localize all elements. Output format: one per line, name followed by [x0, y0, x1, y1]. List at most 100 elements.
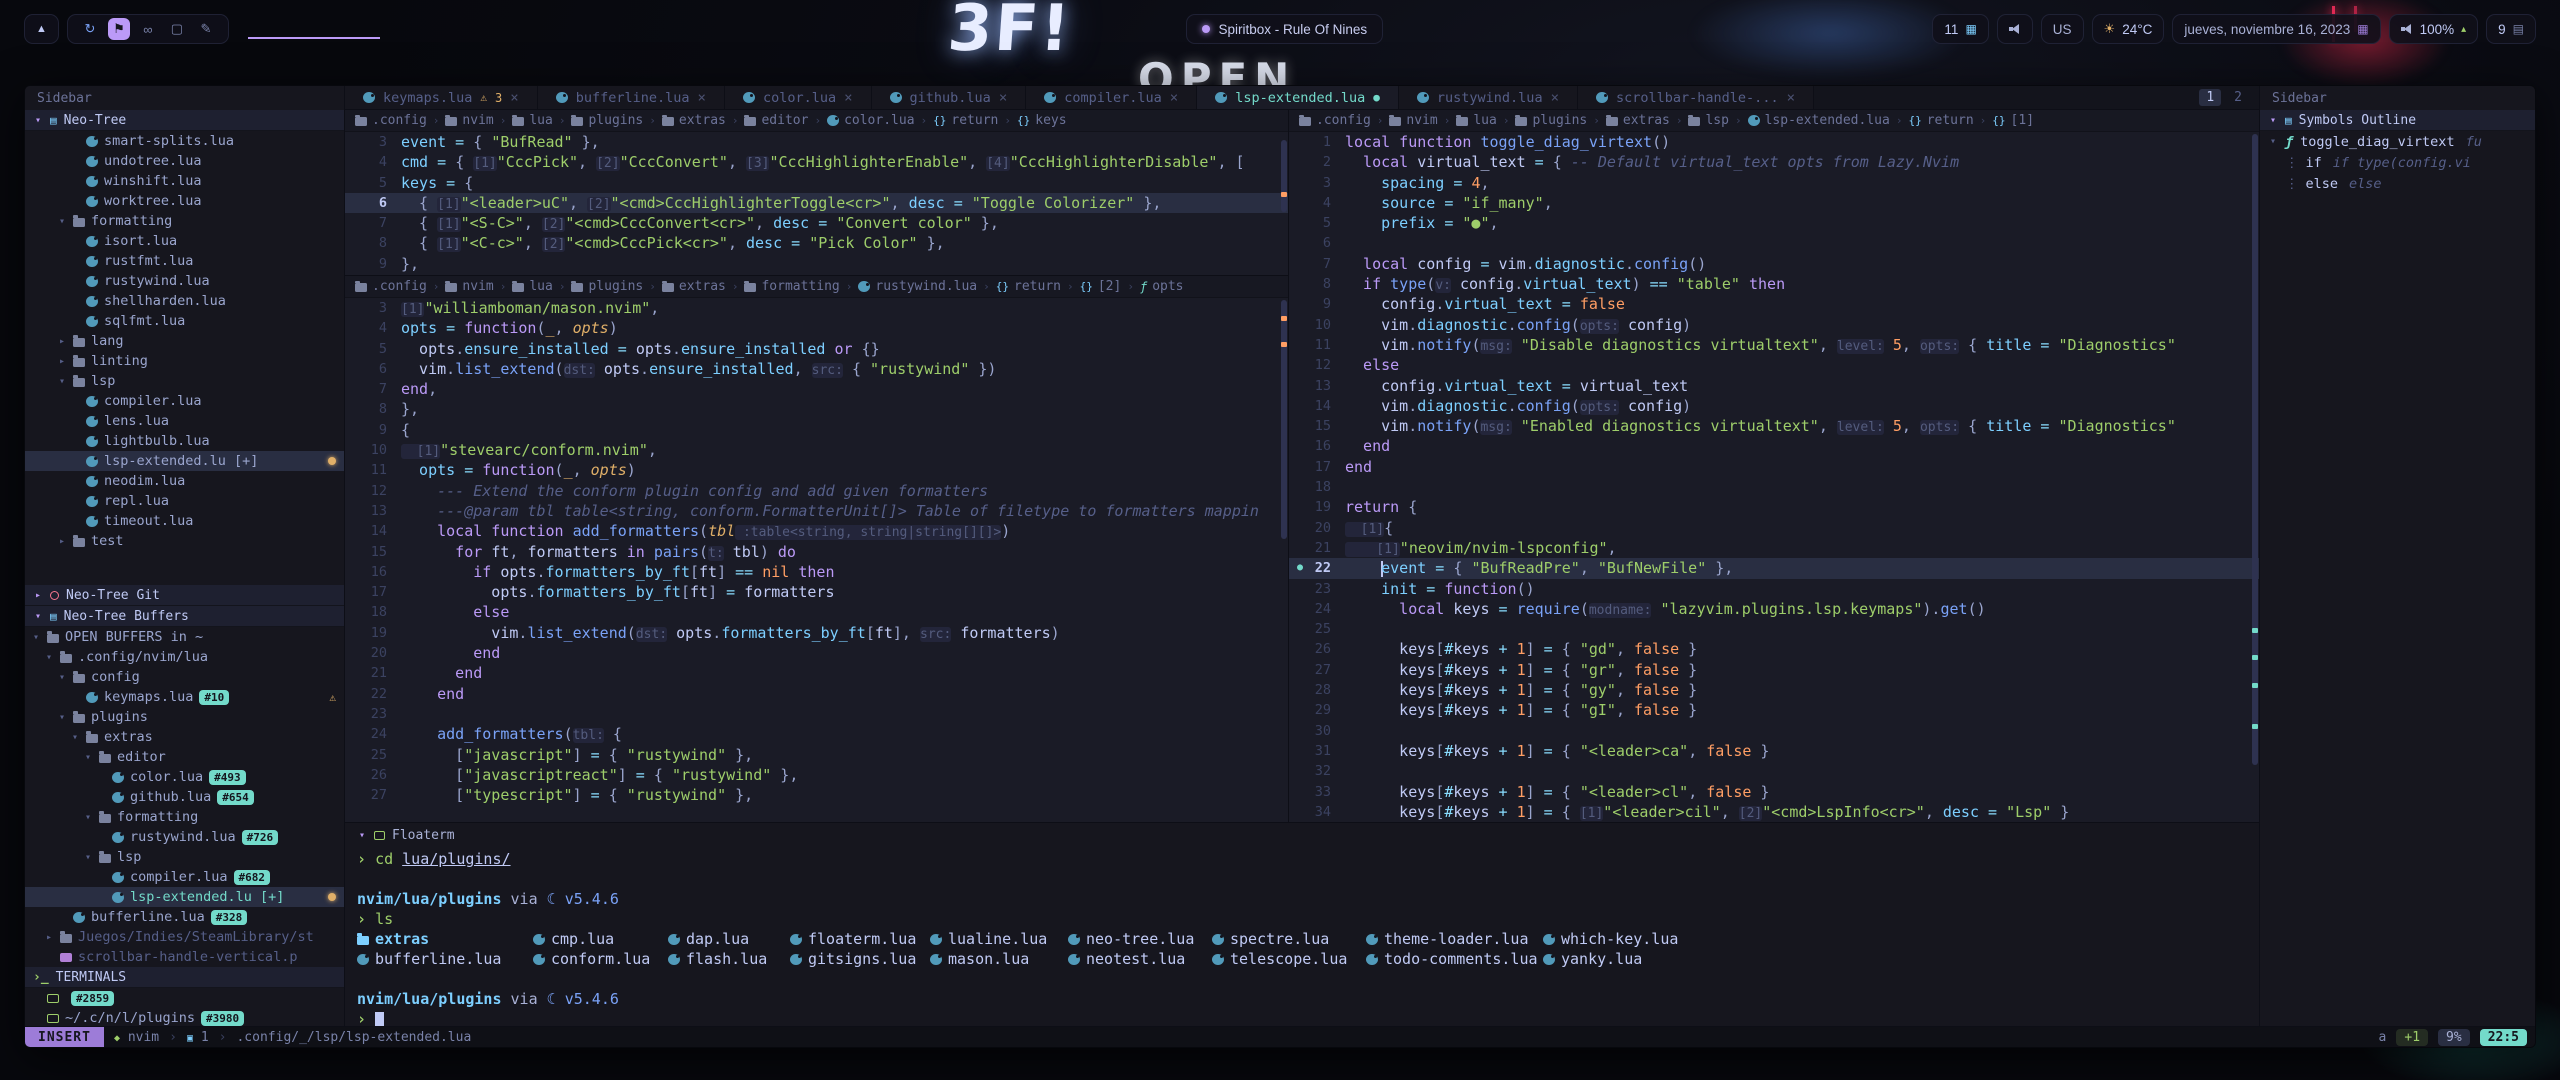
tree-row[interactable]: ▾formatting	[25, 211, 344, 231]
breadcrumb-item[interactable]: extras	[662, 279, 726, 294]
breadcrumb-item[interactable]: .config	[355, 279, 427, 294]
code-line[interactable]: 13 config.virtual_text = virtual_text	[1289, 376, 2259, 396]
launcher-island[interactable]: ▲	[24, 14, 59, 44]
tree-row[interactable]: compiler.lua	[25, 391, 344, 411]
outline-item[interactable]: ⋮ifif type(config.vi	[2260, 152, 2535, 173]
tree-row[interactable]: lsp-extended.lu [+]	[25, 451, 344, 471]
breadcrumb-item[interactable]: lsp	[1688, 113, 1728, 128]
date-island[interactable]: jueves, noviembre 16, 2023 ▦	[2172, 14, 2380, 44]
breadcrumb-item[interactable]: plugins	[1515, 113, 1587, 128]
tab-compiler-lua[interactable]: compiler.lua×	[1026, 86, 1197, 109]
tree-row[interactable]: rustfmt.lua	[25, 251, 344, 271]
scrollbar-thumb[interactable]	[1281, 300, 1287, 539]
buffer-row[interactable]: rustywind.lua#726	[25, 827, 344, 847]
code-line[interactable]: 32	[1289, 761, 2259, 781]
code-line[interactable]: 6	[1289, 233, 2259, 253]
breadcrumb-item[interactable]: {}keys	[1017, 113, 1067, 128]
close-icon[interactable]: ×	[1170, 90, 1178, 106]
breadcrumb-item[interactable]: nvim	[1389, 113, 1437, 128]
tree-row[interactable]: worktree.lua	[25, 191, 344, 211]
tree-row[interactable]: timeout.lua	[25, 511, 344, 531]
outline-item[interactable]: ▾ƒtoggle_diag_virtextfu	[2260, 131, 2535, 152]
breadcrumb-item[interactable]: color.lua	[827, 113, 914, 128]
tree-row[interactable]: ▸linting	[25, 351, 344, 371]
code-line[interactable]: 4 source = "if_many",	[1289, 193, 2259, 213]
code-line[interactable]: 34 keys[#keys + 1] = { [1]"<leader>cil",…	[1289, 802, 2259, 822]
tab-lsp-extended-lua[interactable]: lsp-extended.lua●	[1197, 86, 1399, 109]
tree-row[interactable]: winshift.lua	[25, 171, 344, 191]
code-line[interactable]: 3event = { "BufRead" },	[345, 132, 1288, 152]
code-line[interactable]: 7 { [1]"<S-C>", [2]"<cmd>CccConvert<cr>"…	[345, 213, 1288, 233]
code-line[interactable]: 31 keys[#keys + 1] = { "<leader>ca", fal…	[1289, 741, 2259, 761]
flag-button[interactable]: ⚑	[108, 18, 130, 40]
tabpage-2[interactable]: 2	[2227, 89, 2249, 106]
code-line[interactable]: 4cmd = { [1]"CccPick", [2]"CccConvert", …	[345, 152, 1288, 172]
code-line[interactable]: 5 opts.ensure_installed = opts.ensure_in…	[345, 339, 1288, 359]
tree-row[interactable]: sqlfmt.lua	[25, 311, 344, 331]
close-icon[interactable]: ×	[698, 90, 706, 106]
terminal-output[interactable]: › cd lua/plugins/nvim/lua/plugins via ☾ …	[345, 847, 2259, 1026]
code-line[interactable]: 6 vim.list_extend(dst: opts.ensure_insta…	[345, 359, 1288, 379]
close-icon[interactable]: ×	[999, 90, 1007, 106]
breadcrumb-item[interactable]: .config	[355, 113, 427, 128]
buffer-row[interactable]: ▾.config/nvim/lua	[25, 647, 344, 667]
breadcrumb-item[interactable]: plugins	[571, 113, 643, 128]
link-button[interactable]: ∞	[137, 18, 159, 40]
buffer-row[interactable]: ▾extras	[25, 727, 344, 747]
breadcrumb-item[interactable]: lua	[1456, 113, 1496, 128]
code-line[interactable]: 21 [1]"neovim/nvim-lspconfig",	[1289, 538, 2259, 558]
breadcrumb-item[interactable]: {}return	[996, 279, 1061, 294]
code-line[interactable]: 14 local function add_formatters(tbl :ta…	[345, 521, 1288, 541]
code-line[interactable]: 28 keys[#keys + 1] = { "gy", false }	[1289, 680, 2259, 700]
buffer-row[interactable]: bufferline.lua#328	[25, 907, 344, 927]
code-line[interactable]: 19 vim.list_extend(dst: opts.formatters_…	[345, 623, 1288, 643]
close-icon[interactable]: ×	[1551, 90, 1559, 106]
terminal-winbar[interactable]: ▾ Floaterm	[345, 823, 2259, 847]
breadcrumb-item[interactable]: formatting	[744, 279, 839, 294]
code-area[interactable]: 3event = { "BufRead" },4cmd = { [1]"CccP…	[345, 132, 1288, 275]
breadcrumb-item[interactable]: ƒopts	[1140, 279, 1184, 294]
keyboard-layout-island[interactable]: US	[2041, 14, 2084, 44]
code-line[interactable]: 19return {	[1289, 497, 2259, 517]
code-line[interactable]: 18 else	[345, 602, 1288, 622]
breadcrumb-item[interactable]: editor	[744, 113, 808, 128]
code-line[interactable]: 22 end	[345, 684, 1288, 704]
code-line[interactable]: 25	[1289, 619, 2259, 639]
audio-island[interactable]	[1997, 14, 2033, 44]
scrollbar[interactable]	[1281, 300, 1287, 820]
buffer-row[interactable]: ▾lsp	[25, 847, 344, 867]
code-line[interactable]: 2 local virtual_text = { -- Default virt…	[1289, 152, 2259, 172]
code-line[interactable]: 23 init = function()	[1289, 579, 2259, 599]
outline-header[interactable]: ▾ ▤ Symbols Outline	[2260, 110, 2535, 131]
tree-row[interactable]: smart-splits.lua	[25, 131, 344, 151]
edit-button[interactable]: ✎	[195, 18, 217, 40]
tree-row[interactable]: rustywind.lua	[25, 271, 344, 291]
code-line[interactable]: 8 { [1]"<C-c>", [2]"<cmd>CccPick<cr>", d…	[345, 233, 1288, 253]
code-line[interactable]: 12 --- Extend the conform plugin config …	[345, 481, 1288, 501]
scrollbar-thumb[interactable]	[2252, 134, 2258, 765]
code-line[interactable]: 23	[345, 704, 1288, 724]
breadcrumb-item[interactable]: extras	[1606, 113, 1670, 128]
music-pill[interactable]: Spiritbox - Rule Of Nines	[1186, 14, 1384, 44]
weather-island[interactable]: ☀ 24°C	[2092, 14, 2165, 44]
tab-rustywind-lua[interactable]: rustywind.lua×	[1399, 86, 1578, 109]
topbar-input-island[interactable]	[237, 14, 391, 44]
code-line[interactable]: 21 end	[345, 663, 1288, 683]
breadcrumb-item[interactable]: nvim	[445, 113, 493, 128]
code-line[interactable]: 16 if opts.formatters_by_ft[ft] == nil t…	[345, 562, 1288, 582]
code-line[interactable]: 10 [1]"stevearc/conform.nvim",	[345, 440, 1288, 460]
code-line[interactable]: 11 vim.notify(msg: "Disable diagnostics …	[1289, 335, 2259, 355]
outline-item[interactable]: ⋮elseelse	[2260, 173, 2535, 194]
code-line[interactable]: 17 opts.formatters_by_ft[ft] = formatter…	[345, 582, 1288, 602]
code-line[interactable]: 7 local config = vim.diagnostic.config()	[1289, 254, 2259, 274]
code-line[interactable]: 13 ---@param tbl table<string, conform.F…	[345, 501, 1288, 521]
code-line[interactable]: 20 [1]{	[1289, 518, 2259, 538]
tree-row[interactable]: ▸test	[25, 531, 344, 551]
code-line[interactable]: 14 vim.diagnostic.config(opts: config)	[1289, 396, 2259, 416]
code-line[interactable]: 9 config.virtual_text = false	[1289, 294, 2259, 314]
tree-row[interactable]: shellharden.lua	[25, 291, 344, 311]
scrollbar-thumb[interactable]	[1281, 140, 1287, 212]
breadcrumb-item[interactable]: {}[2]	[1080, 279, 1122, 294]
code-line[interactable]: 3 spacing = 4,	[1289, 173, 2259, 193]
code-line[interactable]: 18	[1289, 477, 2259, 497]
